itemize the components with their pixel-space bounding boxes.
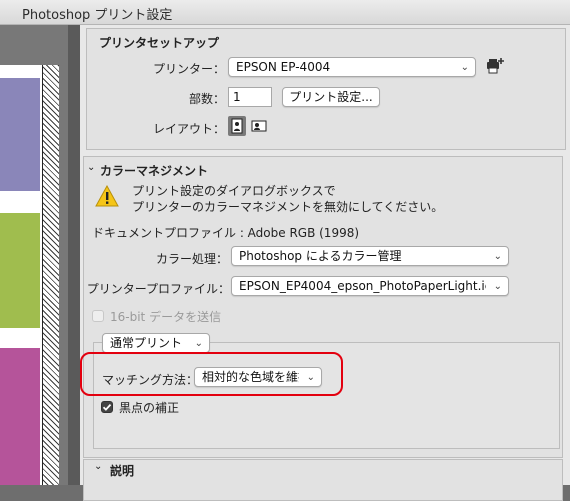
black-point-checkbox[interactable] — [101, 401, 113, 413]
warning-icon — [95, 184, 119, 207]
chevron-down-icon: ⌄ — [493, 251, 502, 262]
portrait-layout-icon[interactable] — [228, 116, 246, 136]
description-section — [83, 459, 563, 501]
color-handling-value: Photoshop によるカラー管理 — [239, 249, 402, 263]
printer-label: プリンター： — [152, 62, 225, 76]
printer-profile-label: プリンタープロファイル： — [86, 282, 230, 296]
printer-select-value: EPSON EP-4004 — [236, 60, 331, 74]
document-profile: ドキュメントプロファイル : Adobe RGB (1998) — [92, 226, 360, 240]
color-handling-select[interactable]: Photoshop によるカラー管理 ⌄ — [231, 246, 509, 266]
printer-setup-heading: プリンタセットアップ — [99, 36, 220, 50]
preview-margin-hatch — [42, 65, 59, 485]
disclosure-open-icon[interactable]: ⌄ — [94, 461, 102, 472]
warning-text-line1: プリント設定のダイアログボックスで — [132, 184, 336, 198]
preview-swatch-magenta — [0, 348, 40, 485]
printer-select[interactable]: EPSON EP-4004 ⌄ — [228, 57, 476, 77]
layout-label: レイアウト： — [152, 122, 225, 136]
add-printer-icon[interactable] — [484, 56, 506, 76]
printer-profile-select[interactable]: EPSON_EP4004_epson_PhotoPaperLight.icc ⌄ — [231, 276, 509, 296]
chevron-down-icon: ⌄ — [460, 62, 469, 73]
color-handling-label: カラー処理： — [155, 252, 228, 266]
chevron-down-icon: ⌄ — [194, 338, 203, 349]
landscape-layout-icon[interactable] — [250, 116, 268, 136]
description-heading: 説明 — [110, 464, 135, 478]
settings-panel: プリンタセットアップ プリンター： EPSON EP-4004 ⌄ 部数： 1 … — [80, 25, 570, 501]
warning-text-line2: プリンターのカラーマネジメントを無効にしてください。 — [132, 200, 444, 214]
preview-swatch-purple — [0, 78, 40, 191]
printer-profile-value: EPSON_EP4004_epson_PhotoPaperLight.icc — [239, 279, 486, 293]
black-point-label: 黒点の補正 — [119, 401, 180, 415]
send-16bit-label: 16-bit データを送信 — [110, 310, 222, 324]
print-settings-button[interactable]: プリント設定... — [282, 87, 380, 107]
print-mode-select[interactable]: 通常プリント ⌄ — [102, 333, 210, 353]
window-title: Photoshop プリント設定 — [22, 8, 173, 23]
chevron-down-icon: ⌄ — [493, 281, 502, 292]
panel-divider[interactable] — [68, 25, 80, 485]
window-titlebar: Photoshop プリント設定 — [0, 0, 570, 25]
copies-label: 部数： — [188, 92, 225, 106]
highlight-annotation — [80, 352, 343, 396]
color-management-heading: カラーマネジメント — [100, 164, 209, 178]
preview-swatch-green — [0, 213, 40, 328]
print-mode-value: 通常プリント — [110, 336, 183, 350]
send-16bit-checkbox[interactable] — [92, 310, 104, 322]
copies-field[interactable]: 1 — [228, 87, 272, 107]
disclosure-open-icon[interactable]: ⌄ — [87, 162, 95, 173]
